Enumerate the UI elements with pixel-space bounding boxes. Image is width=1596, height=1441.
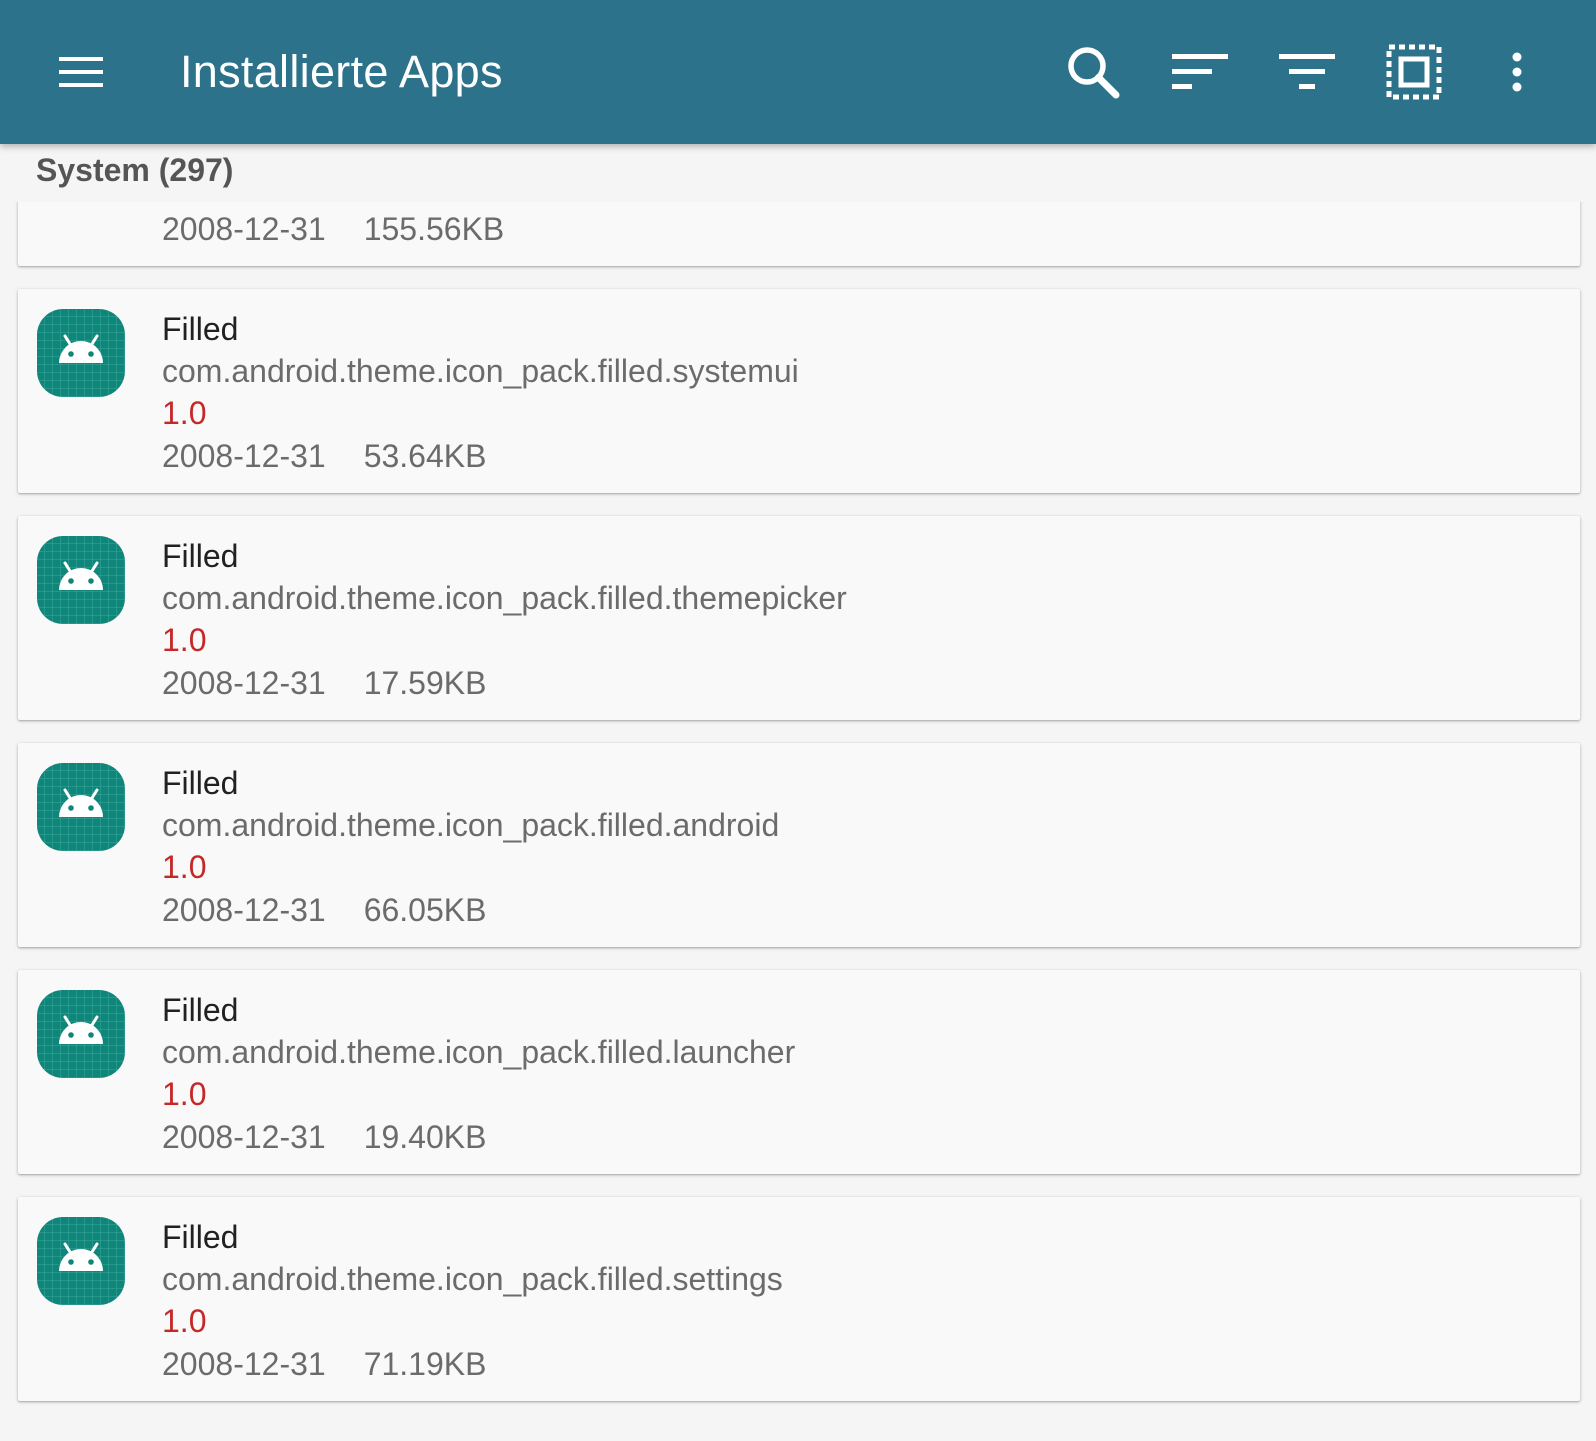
app-name: Filled <box>162 992 239 1028</box>
android-app-icon <box>37 1217 125 1305</box>
section-label: System (297) <box>36 152 234 188</box>
app-size: 17.59KB <box>363 665 487 701</box>
app-version: 1.0 <box>162 622 207 658</box>
app-date: 2008-12-31 <box>162 1119 326 1155</box>
app-version: 1.0 <box>162 1303 207 1339</box>
app-date: 2008-12-31 <box>162 211 326 247</box>
app-size: 155.56KB <box>363 211 505 247</box>
app-date: 2008-12-31 <box>162 1346 326 1382</box>
app-name: Filled <box>162 538 239 574</box>
app-date: 2008-12-31 <box>162 665 326 701</box>
app-name: Filled <box>162 1219 239 1255</box>
android-app-icon <box>37 309 125 397</box>
android-app-icon <box>37 536 125 624</box>
app-package: com.android.theme.icon_pack.filled.andro… <box>162 807 780 843</box>
app-meta: 2008-12-31 66.05KB <box>162 890 486 930</box>
app-list[interactable]: 2008-12-31 155.56KB Filled com.android.th… <box>0 0 1596 1441</box>
menu-button[interactable] <box>41 32 121 112</box>
select-all-button[interactable] <box>1374 32 1454 112</box>
app-meta: 2008-12-31 19.40KB <box>162 1117 486 1157</box>
android-app-icon <box>37 990 125 1078</box>
app-size: 19.40KB <box>363 1119 487 1155</box>
app-meta: 2008-12-31 155.56KB <box>162 209 504 249</box>
select-all-icon <box>1386 44 1442 100</box>
list-item[interactable]: Filled com.android.theme.icon_pack.fille… <box>18 289 1580 493</box>
list-item[interactable]: Filled com.android.theme.icon_pack.fille… <box>18 743 1580 947</box>
app-version: 1.0 <box>162 1076 207 1112</box>
search-icon <box>1068 47 1120 99</box>
section-header: System (297) <box>0 144 1596 202</box>
sort-icon <box>1172 54 1228 89</box>
list-item[interactable]: Filled com.android.theme.icon_pack.fille… <box>18 970 1580 1174</box>
app-version: 1.0 <box>162 849 207 885</box>
app-date: 2008-12-31 <box>162 892 326 928</box>
search-button[interactable] <box>1053 32 1133 112</box>
app-meta: 2008-12-31 17.59KB <box>162 663 486 703</box>
more-options-button[interactable] <box>1492 32 1542 112</box>
app-package: com.android.theme.icon_pack.filled.setti… <box>162 1261 783 1297</box>
menu-icon <box>59 57 103 87</box>
filter-icon <box>1279 54 1335 89</box>
filter-button[interactable] <box>1267 32 1347 112</box>
app-meta: 2008-12-31 53.64KB <box>162 436 486 476</box>
list-item[interactable]: Filled com.android.theme.icon_pack.fille… <box>18 516 1580 720</box>
app-name: Filled <box>162 765 239 801</box>
app-date: 2008-12-31 <box>162 438 326 474</box>
app-bar: Installierte Apps <box>0 0 1596 144</box>
android-app-icon <box>37 763 125 851</box>
sort-button[interactable] <box>1160 32 1240 112</box>
app-package: com.android.theme.icon_pack.filled.syste… <box>162 353 799 389</box>
more-vert-icon <box>1512 52 1522 92</box>
app-size: 71.19KB <box>363 1346 487 1382</box>
app-size: 66.05KB <box>363 892 487 928</box>
list-item[interactable]: Filled com.android.theme.icon_pack.fille… <box>18 1197 1580 1401</box>
app-name: Filled <box>162 311 239 347</box>
app-meta: 2008-12-31 71.19KB <box>162 1344 486 1384</box>
app-package: com.android.theme.icon_pack.filled.launc… <box>162 1034 796 1070</box>
app-size: 53.64KB <box>363 438 487 474</box>
page-title: Installierte Apps <box>180 46 503 97</box>
app-version: 1.0 <box>162 395 207 431</box>
app-package: com.android.theme.icon_pack.filled.theme… <box>162 580 847 616</box>
